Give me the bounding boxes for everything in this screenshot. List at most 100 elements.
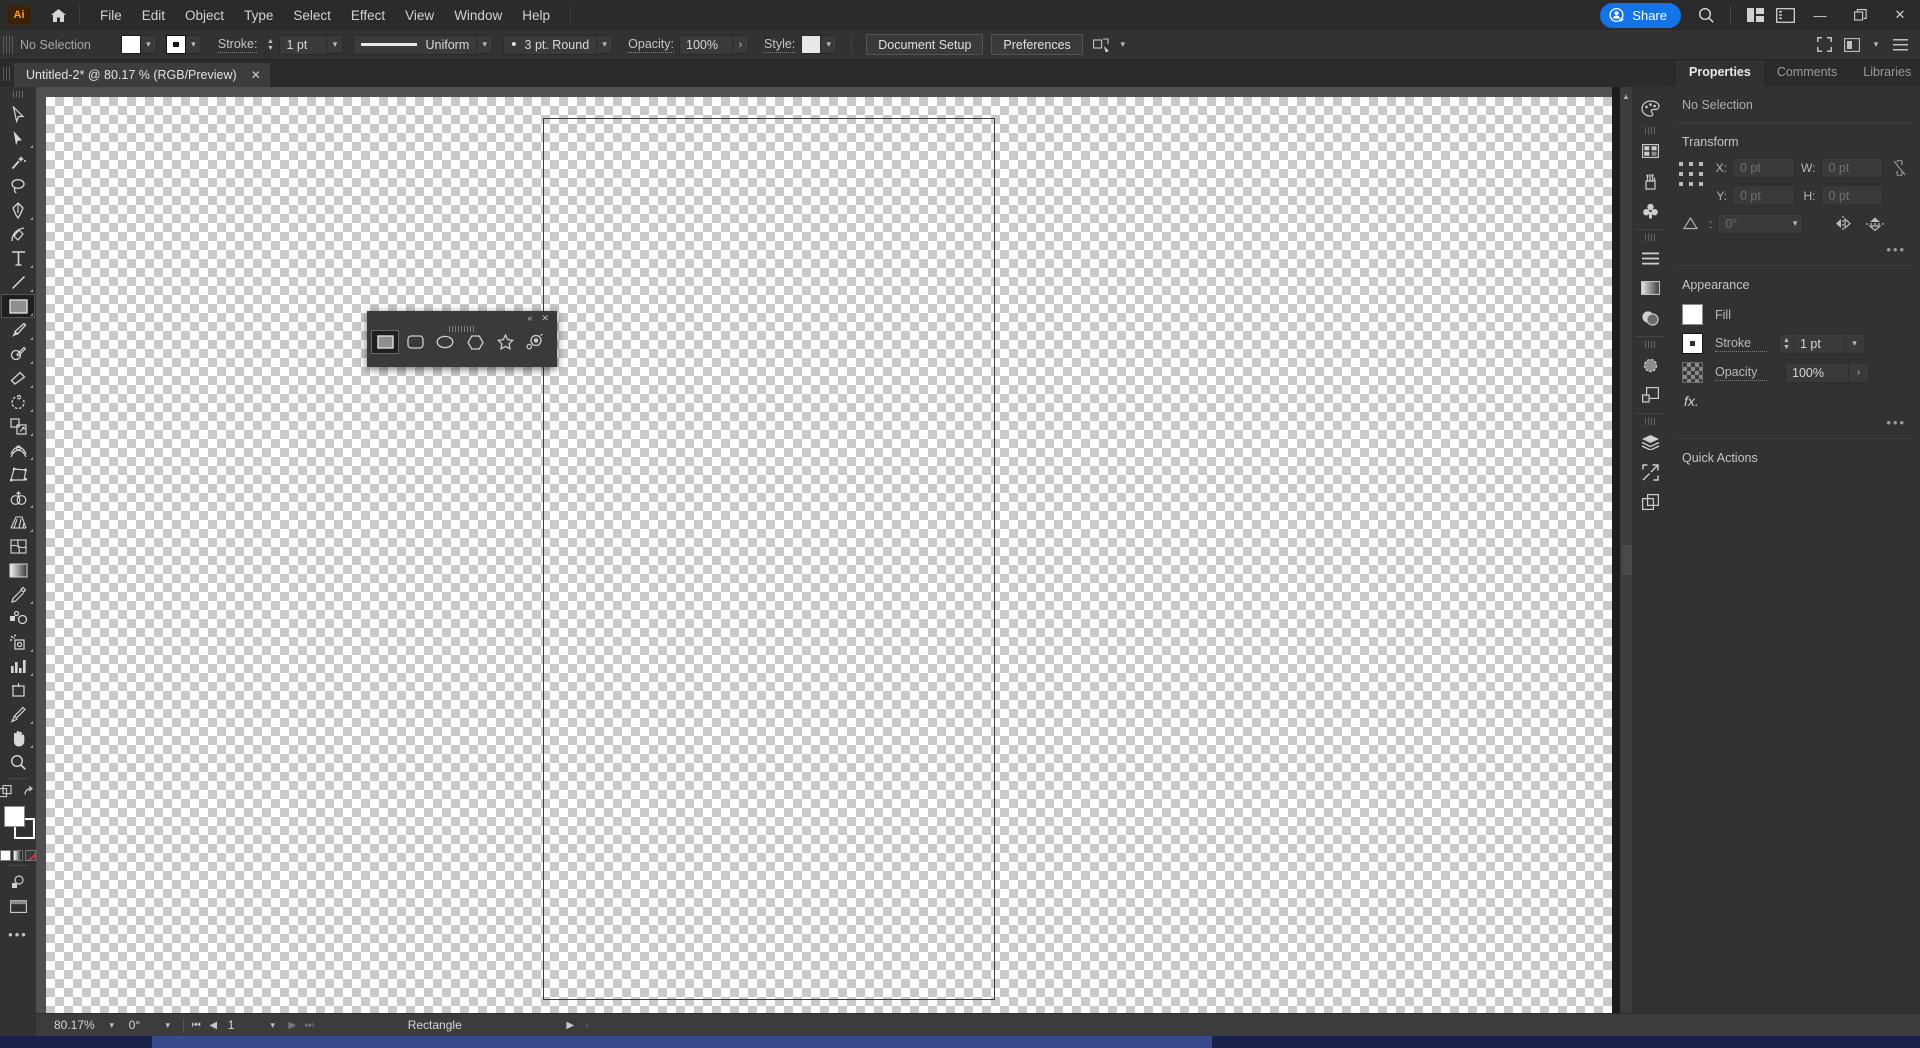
- panel-collapse-handle[interactable]: [1622, 545, 1632, 575]
- appearance-opacity-swatch[interactable]: [1682, 362, 1703, 383]
- document-tab-close-icon[interactable]: ✕: [251, 69, 261, 81]
- appearance-stroke-label[interactable]: Stroke: [1715, 336, 1767, 352]
- w-input[interactable]: 0 pt: [1820, 157, 1883, 178]
- more-tools-icon[interactable]: •••: [1, 922, 35, 946]
- fill-swatch[interactable]: [120, 35, 141, 54]
- symbols-panel-icon[interactable]: [1632, 196, 1668, 226]
- brush-definition-dropdown[interactable]: • 3 pt. Round: [503, 34, 598, 55]
- appearance-panel-icon[interactable]: [1632, 350, 1668, 380]
- hand-tool[interactable]: [1, 726, 35, 750]
- layers-panel-icon[interactable]: [1632, 427, 1668, 457]
- gradient-panel-icon[interactable]: [1632, 273, 1668, 303]
- flyout-panel-header[interactable]: « ✕: [367, 311, 557, 325]
- menu-effect[interactable]: Effect: [341, 4, 395, 27]
- previous-artboard-icon[interactable]: ◀: [205, 1017, 222, 1034]
- control-bar-grip[interactable]: [3, 35, 13, 54]
- lasso-tool[interactable]: [1, 174, 35, 198]
- tools-panel-grip[interactable]: [13, 91, 23, 98]
- zoom-level-field[interactable]: 80.17%: [48, 1016, 101, 1034]
- appearance-fx-button[interactable]: fx.: [1668, 387, 1920, 411]
- paintbrush-tool[interactable]: [1, 318, 35, 342]
- menu-window[interactable]: Window: [444, 4, 512, 27]
- selection-tool[interactable]: [1, 102, 35, 126]
- flyout-polygon-tool[interactable]: [461, 330, 489, 354]
- rotate-tool[interactable]: [1, 390, 35, 414]
- shape-tools-flyout-panel[interactable]: « ✕: [367, 311, 557, 367]
- stroke-swatch[interactable]: [165, 35, 186, 54]
- eraser-tool[interactable]: [1, 366, 35, 390]
- rotation-chevron-down-icon[interactable]: ▾: [157, 1017, 179, 1034]
- menu-help[interactable]: Help: [512, 4, 560, 27]
- stroke-profile-chevron-down-icon[interactable]: ▾: [477, 35, 494, 54]
- status-collapse-icon[interactable]: ‹: [579, 1017, 596, 1034]
- appearance-fill-swatch[interactable]: [1682, 304, 1703, 325]
- pathfinder-panel-icon[interactable]: [1632, 380, 1668, 410]
- preferences-button[interactable]: Preferences: [991, 34, 1083, 55]
- select-similar-objects-icon[interactable]: [1091, 33, 1115, 57]
- opacity-value[interactable]: 100%: [679, 34, 734, 55]
- share-button[interactable]: Share: [1600, 2, 1681, 28]
- column-graph-tool[interactable]: [1, 654, 35, 678]
- symbol-sprayer-tool[interactable]: [1, 630, 35, 654]
- flyout-collapse-icon[interactable]: «: [527, 313, 532, 323]
- dock-group-grip-3[interactable]: [1645, 341, 1655, 348]
- screen-mode-chevron-down-icon[interactable]: ▾: [1868, 35, 1884, 54]
- appearance-more-options-icon[interactable]: •••: [1668, 411, 1920, 438]
- width-tool[interactable]: [1, 438, 35, 462]
- color-mode-color-icon[interactable]: [0, 850, 11, 861]
- color-mode-none-icon[interactable]: [25, 850, 37, 861]
- first-artboard-icon[interactable]: ⏮: [188, 1017, 205, 1034]
- artboard-tool[interactable]: [1, 678, 35, 702]
- flyout-ellipse-tool[interactable]: [431, 330, 459, 354]
- appearance-opacity-expand-icon[interactable]: ›: [1849, 362, 1869, 383]
- menu-select[interactable]: Select: [283, 4, 341, 27]
- shaper-tool[interactable]: [1, 342, 35, 366]
- h-input[interactable]: 0 pt: [1820, 185, 1883, 206]
- stroke-weight-value[interactable]: 1 pt: [279, 34, 328, 55]
- dock-group-grip[interactable]: [1645, 127, 1655, 134]
- brushes-panel-icon[interactable]: [1632, 166, 1668, 196]
- zoom-chevron-down-icon[interactable]: ▾: [101, 1017, 123, 1034]
- next-artboard-icon[interactable]: ▶: [284, 1017, 301, 1034]
- artboards-panel-icon[interactable]: [1632, 487, 1668, 517]
- window-maximize-button[interactable]: [1840, 0, 1880, 30]
- menu-view[interactable]: View: [395, 4, 444, 27]
- properties-toggle-icon[interactable]: [1770, 0, 1800, 30]
- home-icon[interactable]: [47, 4, 69, 26]
- artboard-number-field[interactable]: 1: [221, 1016, 262, 1034]
- flyout-rectangle-tool[interactable]: [371, 330, 399, 354]
- transparency-panel-icon[interactable]: [1632, 303, 1668, 333]
- mesh-tool[interactable]: [1, 534, 35, 558]
- scroll-up-icon[interactable]: ▲: [1620, 89, 1632, 103]
- select-similar-chevron-down-icon[interactable]: ▾: [1115, 35, 1131, 54]
- perspective-grid-tool[interactable]: [1, 510, 35, 534]
- align-panel-icon[interactable]: [1632, 243, 1668, 273]
- fill-color-control[interactable]: ▾: [120, 35, 157, 54]
- arrange-documents-icon[interactable]: [1812, 33, 1836, 57]
- stroke-color-control[interactable]: ▾: [165, 35, 202, 54]
- document-setup-button[interactable]: Document Setup: [866, 34, 984, 55]
- flyout-star-tool[interactable]: [491, 330, 519, 354]
- appearance-opacity-label[interactable]: Opacity: [1715, 365, 1767, 381]
- window-minimize-button[interactable]: —: [1800, 0, 1840, 30]
- flip-vertical-icon[interactable]: [1866, 216, 1885, 232]
- x-input[interactable]: 0 pt: [1732, 157, 1795, 178]
- line-segment-tool[interactable]: [1, 270, 35, 294]
- direct-selection-tool[interactable]: [1, 126, 35, 150]
- artboard-chevron-down-icon[interactable]: ▾: [262, 1017, 284, 1034]
- search-icon[interactable]: [1691, 0, 1721, 30]
- opacity-label[interactable]: Opacity:: [628, 37, 675, 53]
- appearance-stroke-weight-value[interactable]: 1 pt: [1793, 333, 1845, 354]
- angle-chevron-down-icon[interactable]: ▾: [1793, 218, 1798, 229]
- control-bar-menu-icon[interactable]: [1888, 33, 1912, 57]
- appearance-stroke-chevron-down-icon[interactable]: ▾: [1845, 333, 1865, 354]
- stroke-weight-stepper-icon[interactable]: ▲ ▼: [1779, 333, 1793, 354]
- document-tab[interactable]: Untitled-2* @ 80.17 % (RGB/Preview) ✕: [14, 63, 270, 87]
- pen-tool[interactable]: [1, 198, 35, 222]
- flyout-rounded-rectangle-tool[interactable]: [401, 330, 429, 354]
- stroke-weight-label[interactable]: Stroke:: [217, 37, 258, 53]
- style-chevron-down-icon[interactable]: ▾: [821, 35, 838, 54]
- fill-stroke-control[interactable]: [0, 804, 36, 844]
- flip-horizontal-icon[interactable]: [1834, 215, 1852, 232]
- menu-file[interactable]: File: [90, 4, 132, 27]
